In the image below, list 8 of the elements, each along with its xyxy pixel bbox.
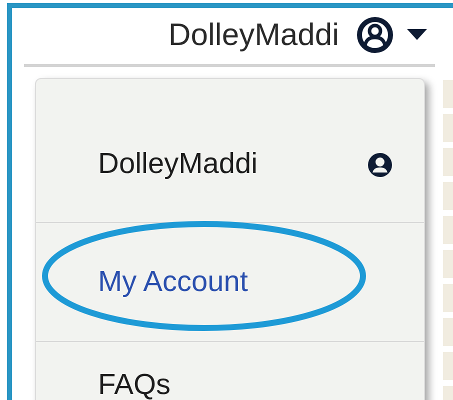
user-avatar-icon <box>357 17 393 53</box>
caret-icon <box>407 29 427 41</box>
menu-item[interactable]: DolleyMaddi <box>36 79 424 222</box>
menu-item[interactable]: FAQs <box>98 342 171 400</box>
account-menu-button[interactable] <box>357 17 427 53</box>
user-avatar-icon <box>366 150 394 178</box>
menu-item[interactable]: My Account <box>98 223 248 341</box>
username-label: DolleyMaddi <box>168 17 339 53</box>
